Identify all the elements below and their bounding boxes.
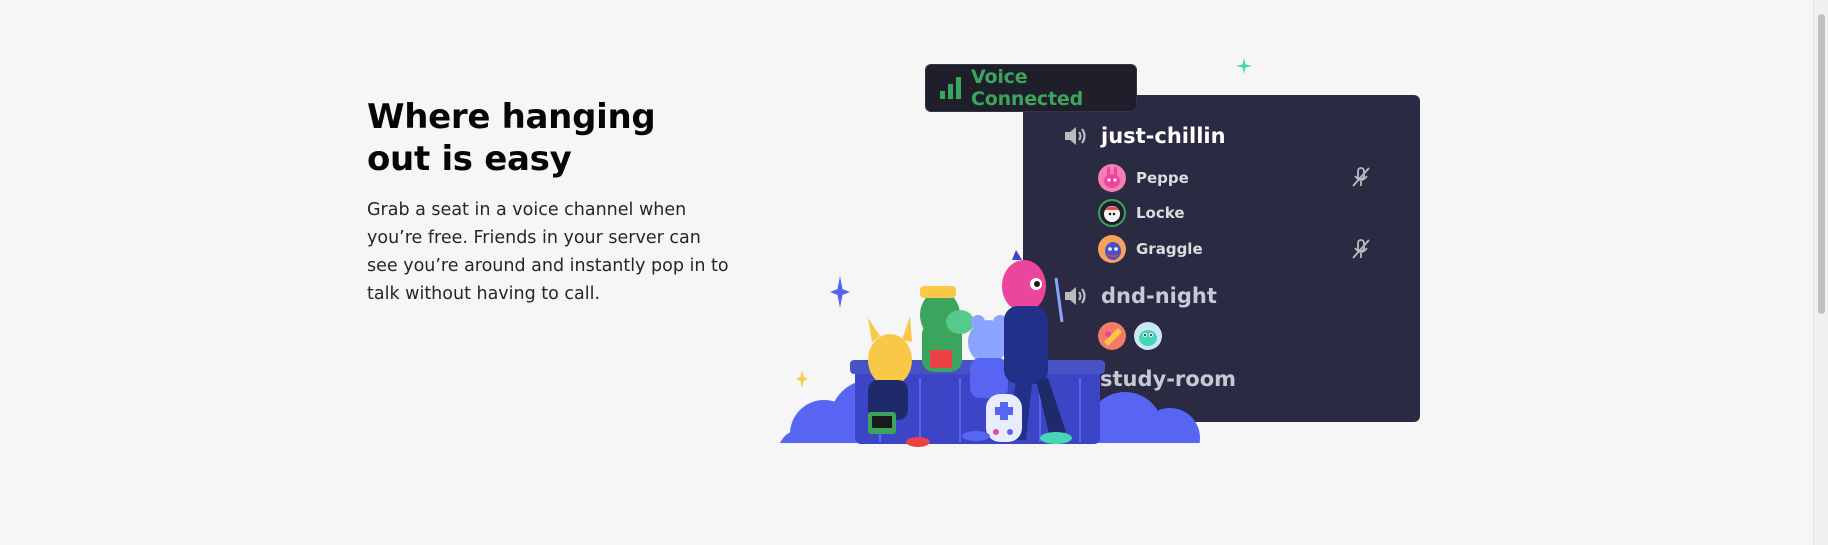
mic-muted-icon [1352,239,1370,259]
avatar [1098,199,1126,227]
speaker-icon [1065,127,1086,145]
avatar [1098,322,1126,350]
section-body: Grab a seat in a voice channel when you’… [367,200,729,304]
voice-connected-label: Voice Connected [971,66,1083,110]
voice-user-locke[interactable]: Locke [1098,199,1185,227]
scrollbar-thumb[interactable] [1818,14,1825,314]
user-name: Locke [1136,204,1185,222]
feature-copy: Where hanging out is easy Grab a seat in… [367,96,737,308]
avatar [1098,164,1126,192]
voice-channel-just-chillin[interactable]: just-chillin [1063,124,1226,148]
mic-muted-icon [1352,167,1370,187]
avatar [1098,235,1126,263]
signal-bars-icon [940,77,961,99]
section-headline: Where hanging out is easy [367,97,656,179]
user-name: Graggle [1136,240,1203,258]
channel-name: dnd-night [1101,284,1217,308]
channel-name: just-chillin [1101,124,1226,148]
avatar [1134,322,1162,350]
user-name: Peppe [1136,169,1189,187]
page-scrollbar[interactable] [1813,0,1828,545]
speaker-icon [1065,287,1086,305]
voice-connected-badge: Voice Connected [925,64,1137,112]
channel-name: study-room [1100,367,1237,391]
voice-user-graggle[interactable]: Graggle [1098,235,1203,263]
voice-channel-study-room[interactable]: study-room [1100,367,1236,391]
voice-channel-dnd-night[interactable]: dnd-night [1063,284,1217,308]
dnd-night-avatars [1098,322,1162,350]
voice-user-peppe[interactable]: Peppe [1098,164,1189,192]
